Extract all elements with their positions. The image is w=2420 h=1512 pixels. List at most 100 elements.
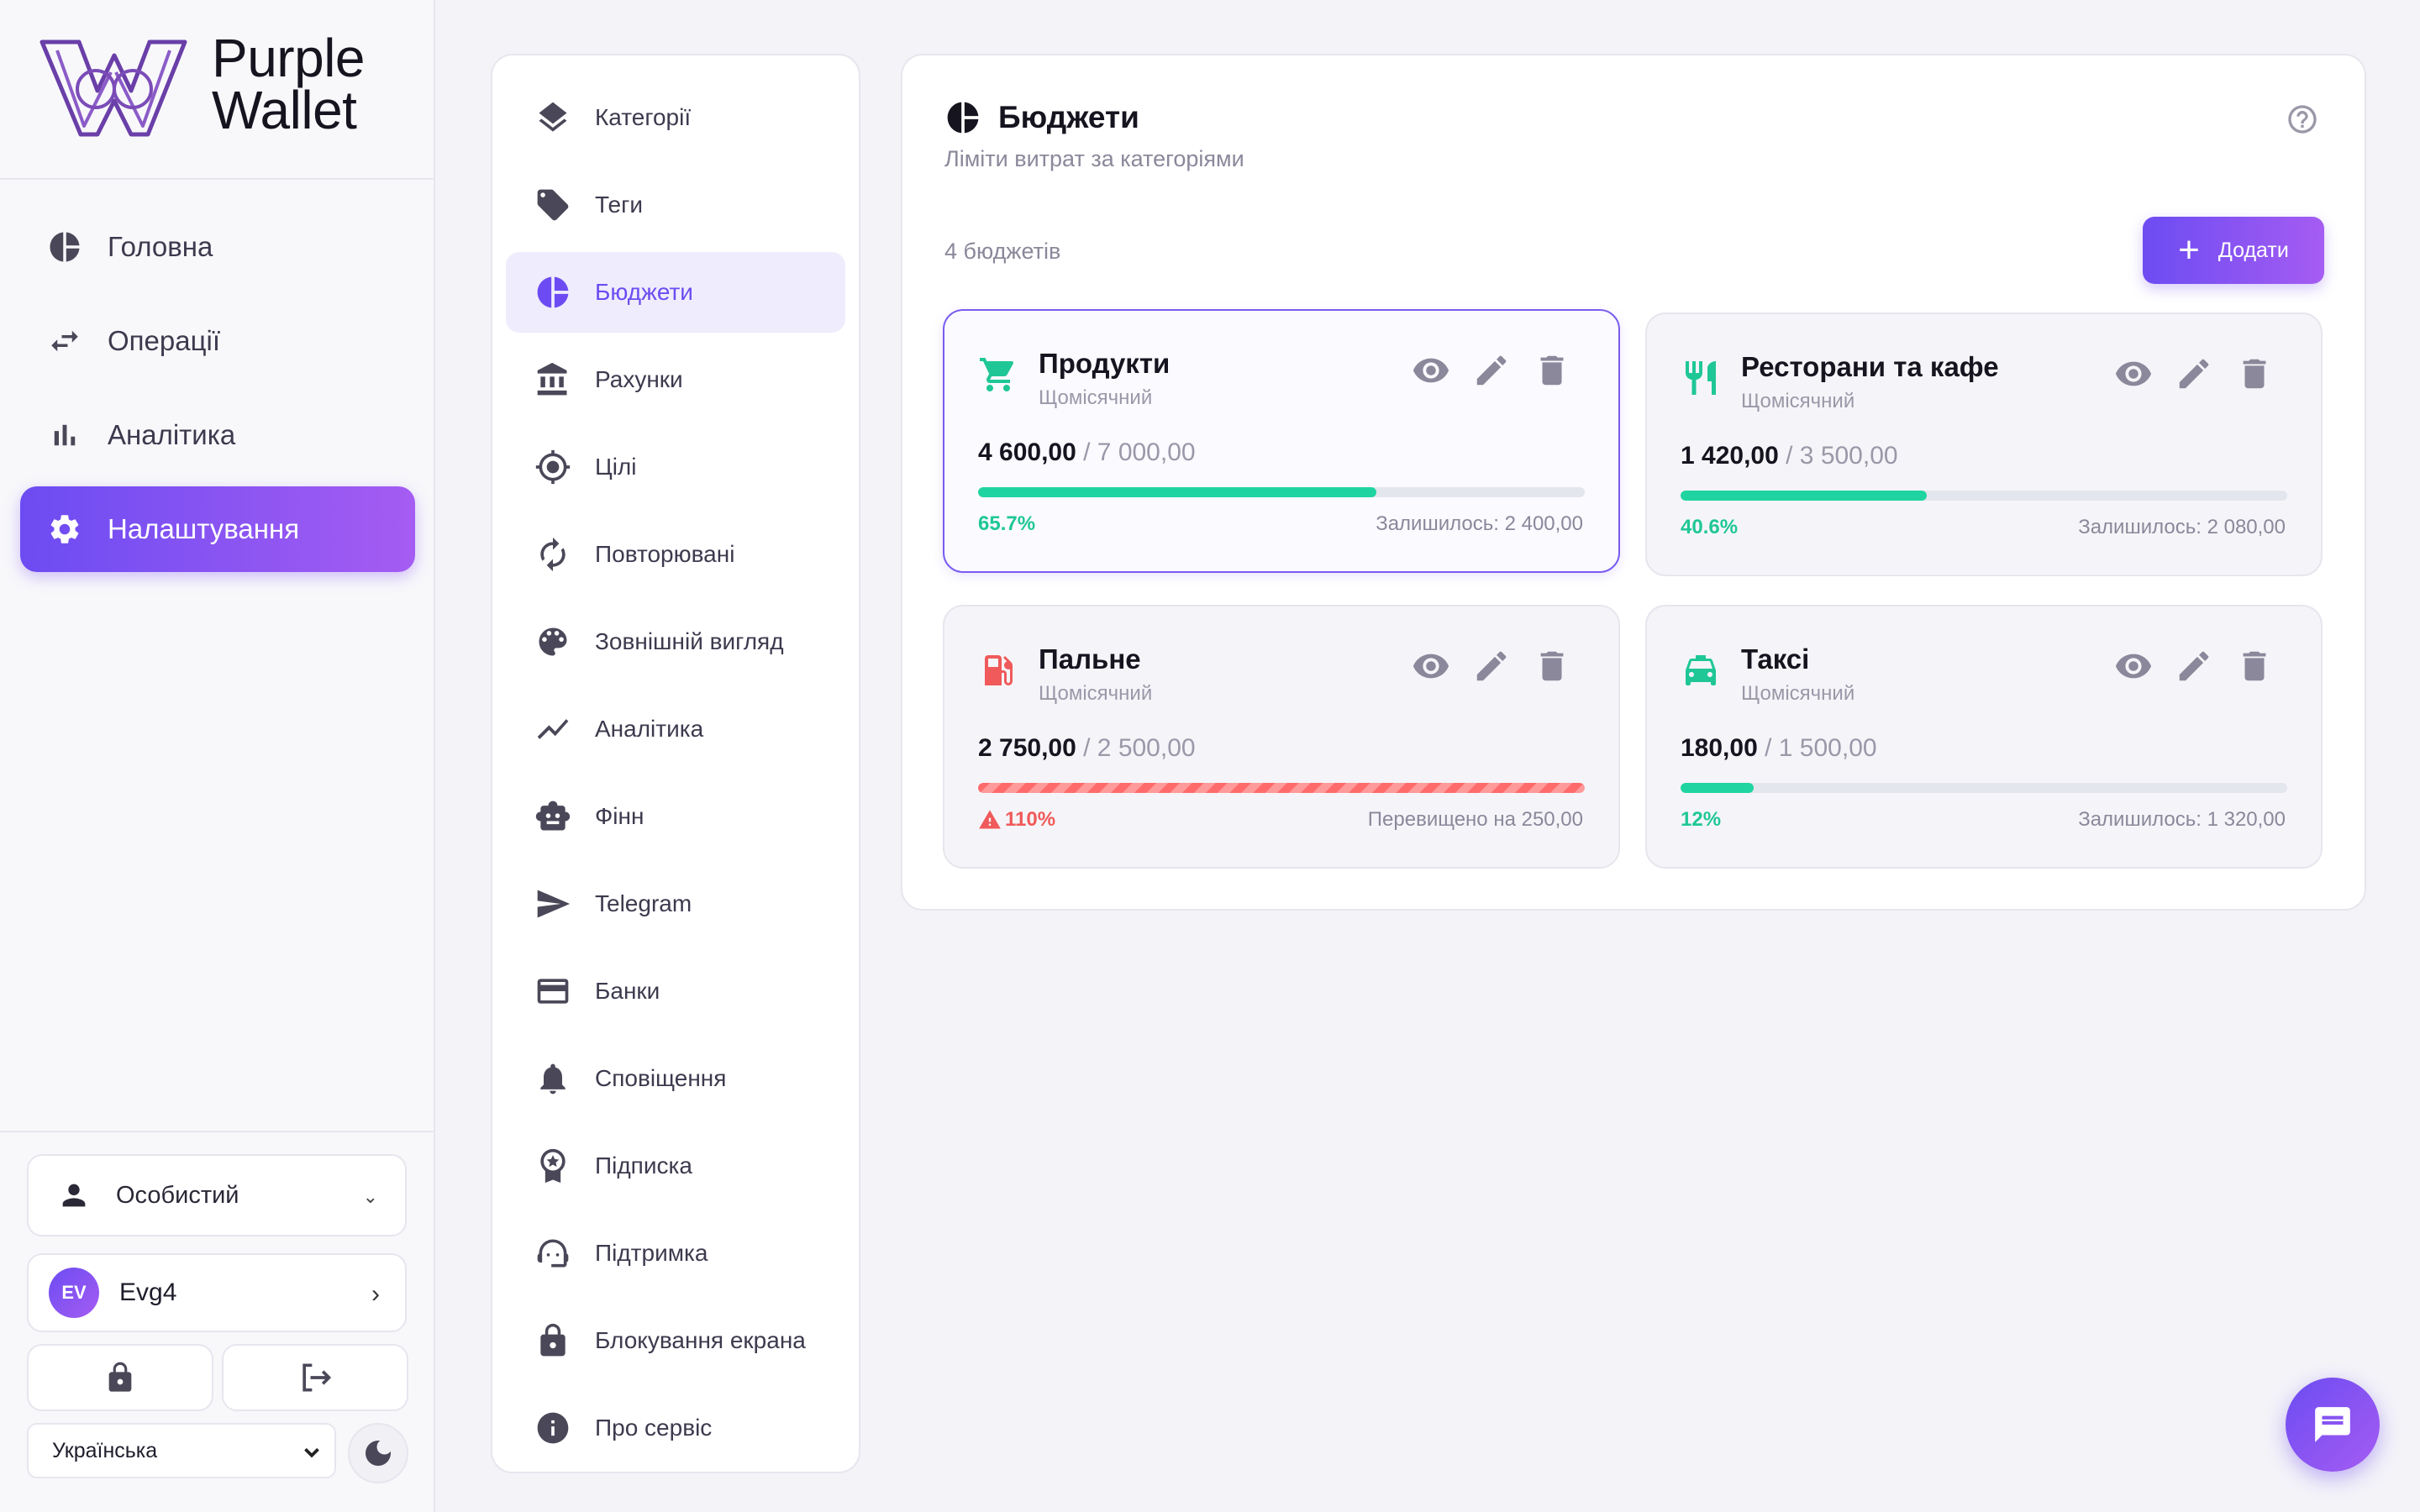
- add-budget-button[interactable]: + Додати: [2143, 217, 2324, 284]
- support-icon: [537, 1239, 569, 1268]
- pie-icon: [50, 232, 80, 262]
- nav-label-analytics: Аналітика: [108, 419, 236, 450]
- nav-item-operations[interactable]: Операції: [20, 298, 415, 384]
- settings-item-tags[interactable]: Теги: [506, 165, 845, 245]
- budget-status: Перевищено на 250,00: [1367, 808, 1583, 831]
- delete-icon[interactable]: [2235, 647, 2274, 685]
- chat-button[interactable]: [2286, 1378, 2380, 1472]
- repeat-icon: [540, 537, 566, 572]
- purple-wallet-logo-icon[interactable]: [39, 39, 188, 139]
- view-icon[interactable]: [2114, 354, 2153, 393]
- budget-card-restaurants[interactable]: Ресторани та кафе Щомісячний 1 420,00 / …: [1645, 312, 2323, 576]
- settings-item-label: Категорії: [595, 104, 692, 130]
- budget-limit: / 7 000,00: [1083, 438, 1196, 466]
- tag-icon: [537, 189, 569, 221]
- send-icon: [537, 890, 571, 918]
- language-select[interactable]: Українська: [27, 1423, 336, 1478]
- settings-item-about[interactable]: Про сервіс: [506, 1388, 845, 1468]
- settings-item-banks[interactable]: Банки: [506, 951, 845, 1032]
- budget-percent: 65.7%: [978, 512, 1036, 535]
- nav-item-analytics[interactable]: Аналітика: [20, 392, 415, 478]
- card-icon: [537, 979, 569, 1004]
- budget-name: Продукти: [1039, 348, 1171, 379]
- settings-item-analytics[interactable]: Аналітика: [506, 689, 845, 769]
- nav-label-operations: Операції: [108, 325, 220, 356]
- budget-progress-bar: [978, 487, 1585, 497]
- budgets-panel: Бюджети Ліміти витрат за категоріями 4 б…: [901, 54, 2366, 911]
- info-icon: [537, 1412, 569, 1444]
- moon-icon: [366, 1441, 391, 1466]
- settings-item-categories[interactable]: Категорії: [506, 77, 845, 158]
- logout-button[interactable]: [222, 1344, 408, 1411]
- workspace-selector[interactable]: Особистий ⌄: [27, 1154, 407, 1236]
- bell-icon: [540, 1063, 566, 1095]
- edit-icon[interactable]: [1472, 647, 1511, 685]
- robot-icon: [535, 801, 571, 831]
- settings-item-recurring[interactable]: Повторювані: [506, 514, 845, 595]
- chevron-right-icon: ›: [371, 1280, 380, 1308]
- delete-icon[interactable]: [1533, 647, 1571, 685]
- budget-name: Ресторани та кафе: [1741, 351, 1999, 382]
- view-icon[interactable]: [2114, 647, 2153, 685]
- settings-item-subscription[interactable]: Підписка: [506, 1126, 845, 1206]
- lock-icon: [540, 1323, 566, 1357]
- taxi-icon: [1686, 655, 1716, 685]
- settings-item-goals[interactable]: Цілі: [506, 427, 845, 507]
- language-value: Українська: [52, 1438, 158, 1462]
- budget-percent-over: 110%: [978, 808, 1055, 832]
- settings-item-appearance[interactable]: Зовнішній вигляд: [506, 601, 845, 682]
- budget-spent: 2 750,00: [978, 734, 1076, 762]
- sidebar-footer: Особистий ⌄ EV Evg4 › Українська: [0, 1131, 434, 1512]
- settings-item-budgets[interactable]: Бюджети: [506, 252, 845, 333]
- settings-item-finn[interactable]: Фінн: [506, 776, 845, 857]
- settings-item-label: Зовнішній вигляд: [595, 628, 784, 654]
- help-icon[interactable]: [2286, 102, 2319, 136]
- chevron-down-icon: ⌄: [362, 1186, 378, 1207]
- settings-item-support[interactable]: Підтримка: [506, 1213, 845, 1294]
- settings-item-screen-lock[interactable]: Блокування екрана: [506, 1300, 845, 1381]
- nav-label-settings: Налаштування: [108, 513, 300, 544]
- delete-icon[interactable]: [1533, 351, 1571, 390]
- edit-icon[interactable]: [1472, 351, 1511, 390]
- edit-icon[interactable]: [2175, 647, 2213, 685]
- budget-limit: / 2 500,00: [1083, 734, 1196, 762]
- page-subtitle: Ліміти витрат за категоріями: [944, 146, 1244, 171]
- settings-item-accounts[interactable]: Рахунки: [506, 339, 845, 420]
- budget-period: Щомісячний: [1741, 390, 1855, 412]
- budget-progress-fill: [1681, 783, 1754, 793]
- user-profile-button[interactable]: EV Evg4 ›: [27, 1253, 407, 1332]
- pie-icon: [537, 276, 569, 308]
- settings-item-label: Сповіщення: [595, 1065, 727, 1091]
- budget-card-fuel[interactable]: Пальне Щомісячний 2 750,00 / 2 500,00 11…: [943, 605, 1620, 869]
- view-icon[interactable]: [1412, 351, 1450, 390]
- budget-limit: / 3 500,00: [1786, 442, 1898, 470]
- budget-period: Щомісячний: [1039, 682, 1153, 705]
- chat-bubble-icon: [2315, 1407, 2350, 1442]
- brand-header: Purple Wallet: [0, 0, 434, 180]
- budget-status: Залишилось: 2 400,00: [1376, 512, 1583, 535]
- lock-screen-button[interactable]: [27, 1344, 213, 1411]
- person-icon: [62, 1184, 86, 1207]
- gear-icon: [50, 515, 79, 543]
- view-icon[interactable]: [1412, 647, 1450, 685]
- budget-status: Залишилось: 2 080,00: [2078, 516, 2286, 538]
- app-sidebar: Purple Wallet Головна Операції Аналітика…: [0, 0, 435, 1512]
- theme-toggle-button[interactable]: [348, 1423, 408, 1483]
- settings-menu: Категорії Теги Бюджети Рахунки Цілі Повт…: [491, 54, 860, 1473]
- delete-icon[interactable]: [2235, 354, 2274, 393]
- pie-icon: [947, 102, 979, 134]
- user-name: Evg4: [119, 1278, 177, 1306]
- settings-item-label: Аналітика: [595, 716, 704, 742]
- budget-card-taxi[interactable]: Таксі Щомісячний 180,00 / 1 500,00 12% З…: [1645, 605, 2323, 869]
- settings-item-notifications[interactable]: Сповіщення: [506, 1038, 845, 1119]
- cart-icon: [980, 358, 1014, 391]
- budget-card-products[interactable]: Продукти Щомісячний 4 600,00 / 7 000,00 …: [943, 309, 1620, 573]
- edit-icon[interactable]: [2175, 354, 2213, 393]
- nav-item-settings[interactable]: Налаштування: [20, 486, 415, 572]
- settings-item-telegram[interactable]: Telegram: [506, 864, 845, 944]
- settings-item-label: Про сервіс: [595, 1415, 713, 1441]
- settings-item-label: Цілі: [595, 454, 637, 480]
- fuel-icon: [985, 655, 1013, 685]
- budget-percent: 110%: [1005, 808, 1056, 831]
- nav-item-home[interactable]: Головна: [20, 204, 415, 290]
